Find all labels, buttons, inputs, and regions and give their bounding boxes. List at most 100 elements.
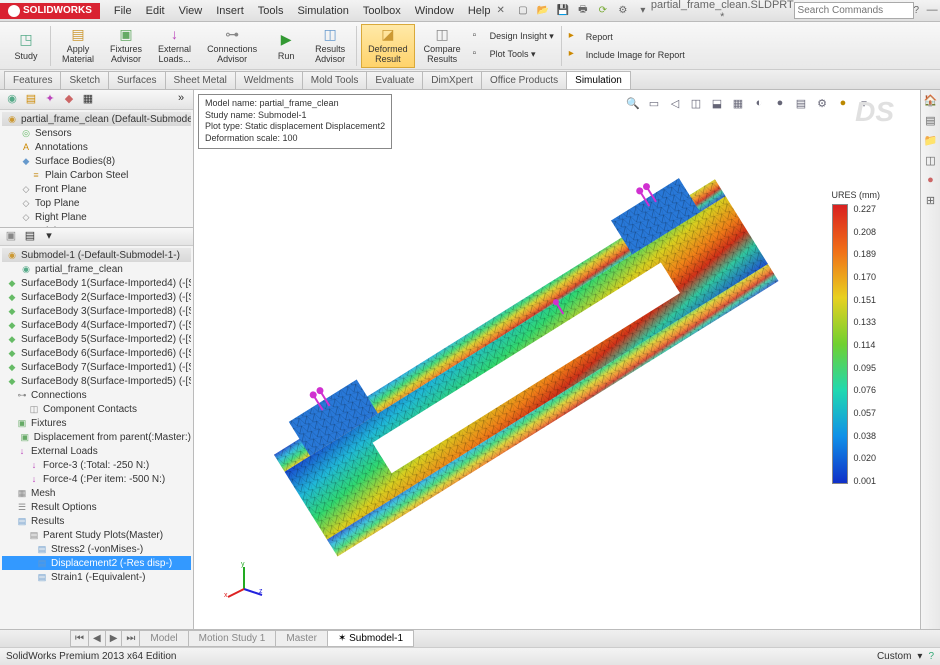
- view-settings-icon[interactable]: ⚙: [813, 94, 831, 112]
- sim-hide-icon[interactable]: ▤: [22, 229, 38, 245]
- tree-item[interactable]: ↓External Loads: [2, 444, 191, 458]
- tree-item[interactable]: ▤Results: [2, 514, 191, 528]
- tab-surfaces[interactable]: Surfaces: [108, 71, 165, 89]
- tree-item[interactable]: AAnnotations: [2, 140, 191, 154]
- search-commands-input[interactable]: [794, 2, 914, 19]
- bottom-tab-motion-study-1[interactable]: Motion Study 1: [188, 630, 277, 647]
- ribbon-apply-button[interactable]: ▤ApplyMaterial: [55, 24, 101, 68]
- taskpane-appearance-icon[interactable]: ●: [923, 174, 939, 190]
- tree-item[interactable]: ◆SurfaceBody 6(Surface-Imported6) (-[SW]…: [2, 346, 191, 360]
- status-help-icon[interactable]: ?: [928, 651, 934, 662]
- tab-sheet-metal[interactable]: Sheet Metal: [165, 71, 236, 89]
- print-icon[interactable]: 🖶: [575, 3, 591, 19]
- tab-last-icon[interactable]: ⏭: [121, 630, 140, 647]
- tree-item[interactable]: ◎Sensors: [2, 126, 191, 140]
- taskpane-custom-icon[interactable]: ⊞: [923, 194, 939, 210]
- ribbon-include-image-for-report-button[interactable]: ▸Include Image for Report: [566, 47, 688, 63]
- status-units[interactable]: Custom: [877, 651, 911, 662]
- open-icon[interactable]: 📂: [535, 3, 551, 19]
- ribbon-design-insight-button[interactable]: ▫Design Insight ▾: [470, 29, 557, 45]
- bottom-tab-model[interactable]: Model: [139, 630, 188, 647]
- tree-item[interactable]: ≡Plain Carbon Steel: [2, 168, 191, 182]
- rebuild-icon[interactable]: ⟳: [595, 3, 611, 19]
- menu-edit[interactable]: Edit: [140, 3, 171, 19]
- menu-view[interactable]: View: [173, 3, 209, 19]
- tree-item[interactable]: ▣Displacement from parent(:Master:): [2, 430, 191, 444]
- tab-next-icon[interactable]: ▶: [105, 630, 123, 647]
- tree-item[interactable]: ◇Right Plane: [2, 210, 191, 224]
- view-triad-icon[interactable]: y z x: [224, 559, 264, 599]
- zoom-fit-icon[interactable]: 🔍: [624, 94, 642, 112]
- minimize-icon[interactable]: —: [923, 4, 940, 17]
- tab-sketch[interactable]: Sketch: [60, 71, 109, 89]
- tree-item[interactable]: ◆SurfaceBody 8(Surface-Imported5) (-[SW]…: [2, 374, 191, 388]
- menu-tools[interactable]: Tools: [252, 3, 290, 19]
- tree-item[interactable]: ◆SurfaceBody 1(Surface-Imported4) (-[SW]…: [2, 276, 191, 290]
- save-icon[interactable]: 💾: [555, 3, 571, 19]
- tree-root[interactable]: ◉partial_frame_clean (Default-Submodel-1: [2, 112, 191, 126]
- simulation-study-tree[interactable]: ◉Submodel-1 (-Default-Submodel-1-)◉parti…: [0, 246, 193, 629]
- zoom-area-icon[interactable]: ▭: [645, 94, 663, 112]
- taskpane-library-icon[interactable]: ▤: [923, 114, 939, 130]
- taskpane-explorer-icon[interactable]: 📁: [923, 134, 939, 150]
- feature-tree-tab-icon[interactable]: ◉: [4, 92, 20, 108]
- ribbon-connections-button[interactable]: ⊶ConnectionsAdvisor: [200, 24, 264, 68]
- menu-window[interactable]: Window: [409, 3, 460, 19]
- sim-study-icon[interactable]: ▣: [3, 229, 19, 245]
- tab-prev-icon[interactable]: ◀: [88, 630, 106, 647]
- tree-item[interactable]: ◇Top Plane: [2, 196, 191, 210]
- tree-item[interactable]: ◉partial_frame_clean: [2, 262, 191, 276]
- menu-toolbox[interactable]: Toolbox: [357, 3, 407, 19]
- property-tab-icon[interactable]: ▤: [23, 92, 39, 108]
- tree-item[interactable]: ◆SurfaceBody 7(Surface-Imported1) (-[SW]…: [2, 360, 191, 374]
- tree-item[interactable]: ◆Surface Bodies(8): [2, 154, 191, 168]
- render-icon[interactable]: ●: [834, 94, 852, 112]
- view-orient-icon[interactable]: ⬓: [708, 94, 726, 112]
- tree-item[interactable]: ▤Strain1 (-Equivalent-): [2, 570, 191, 584]
- status-dropdown-icon[interactable]: ▾: [917, 651, 922, 662]
- menu-help[interactable]: Help: [462, 3, 497, 19]
- menu-insert[interactable]: Insert: [210, 3, 250, 19]
- taskpane-view-icon[interactable]: ◫: [923, 154, 939, 170]
- prev-view-icon[interactable]: ◁: [666, 94, 684, 112]
- tab-evaluate[interactable]: Evaluate: [366, 71, 423, 89]
- tab-simulation[interactable]: Simulation: [566, 71, 631, 89]
- feature-tree-top[interactable]: ◉partial_frame_clean (Default-Submodel-1…: [0, 110, 193, 228]
- display-style-icon[interactable]: ▦: [729, 94, 747, 112]
- bottom-tab-master[interactable]: Master: [275, 630, 328, 647]
- tree-item[interactable]: ◆SurfaceBody 2(Surface-Imported3) (-[SW]…: [2, 290, 191, 304]
- tree-item[interactable]: ↓Force-4 (:Per item: -500 N:): [2, 472, 191, 486]
- tree-item[interactable]: ◆SurfaceBody 3(Surface-Imported8) (-[SW]…: [2, 304, 191, 318]
- tree-item[interactable]: ▣Fixtures: [2, 416, 191, 430]
- tree-item[interactable]: ▤Stress2 (-vonMises-): [2, 542, 191, 556]
- tree-item[interactable]: ◆SurfaceBody 5(Surface-Imported2) (-[SW]…: [2, 332, 191, 346]
- ribbon-plot-tools-button[interactable]: ▫Plot Tools ▾: [470, 47, 557, 63]
- tab-mold-tools[interactable]: Mold Tools: [302, 71, 368, 89]
- tab-weldments[interactable]: Weldments: [235, 71, 303, 89]
- edit-appearance-icon[interactable]: ●: [771, 94, 789, 112]
- tree-item[interactable]: ⊶Connections: [2, 388, 191, 402]
- tree-item[interactable]: ◆SurfaceBody 4(Surface-Imported7) (-[SW]…: [2, 318, 191, 332]
- dimxpert-tab-icon[interactable]: ◆: [61, 92, 77, 108]
- menu-pin-icon[interactable]: ✕: [496, 3, 504, 19]
- tab-features[interactable]: Features: [4, 71, 61, 89]
- ribbon-fixtures-button[interactable]: ▣FixturesAdvisor: [103, 24, 149, 68]
- tab-office-products[interactable]: Office Products: [481, 71, 567, 89]
- dropdown-icon[interactable]: ▾: [635, 3, 651, 19]
- taskpane-home-icon[interactable]: 🏠: [923, 94, 939, 110]
- bottom-tab-submodel-1[interactable]: ✶ Submodel-1: [327, 630, 414, 647]
- tree-item[interactable]: ↓Force-3 (:Total: -250 N:): [2, 458, 191, 472]
- ribbon-report-button[interactable]: ▸Report: [566, 29, 688, 45]
- section-view-icon[interactable]: ◫: [687, 94, 705, 112]
- options-icon[interactable]: ⚙: [615, 3, 631, 19]
- tree-item[interactable]: ◇Front Plane: [2, 182, 191, 196]
- panel-expand-icon[interactable]: »: [173, 92, 189, 108]
- graphics-viewport[interactable]: Model name: partial_frame_cleanStudy nam…: [194, 90, 920, 629]
- config-tab-icon[interactable]: ✦: [42, 92, 58, 108]
- apply-scene-icon[interactable]: ▤: [792, 94, 810, 112]
- tree-root[interactable]: ◉Submodel-1 (-Default-Submodel-1-): [2, 248, 191, 262]
- display-tab-icon[interactable]: ▦: [80, 92, 96, 108]
- tree-item[interactable]: ☰Result Options: [2, 500, 191, 514]
- ribbon-deformed-button[interactable]: ◪DeformedResult: [361, 24, 415, 68]
- ribbon-study-button[interactable]: ◳Study: [6, 24, 46, 68]
